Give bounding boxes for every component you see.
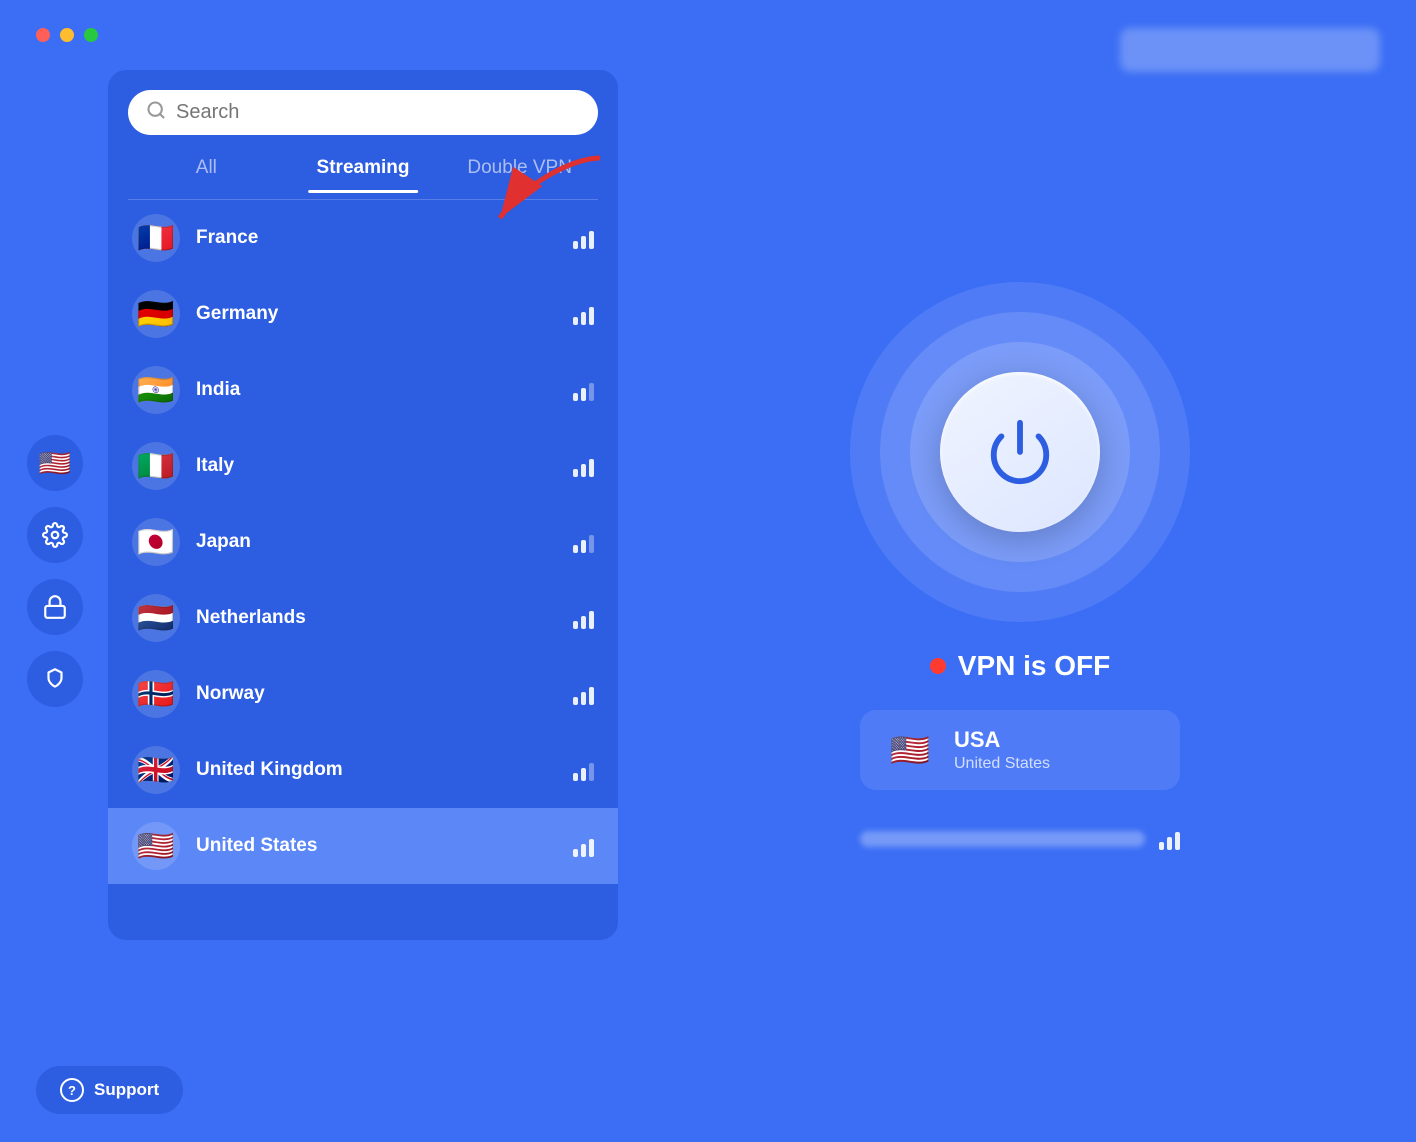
- vpn-status: VPN is OFF: [930, 650, 1110, 682]
- country-list: 🇫🇷 France 🇩🇪 Germany 🇮🇳 India 🇮🇹 Italy 🇯…: [108, 200, 618, 940]
- signal-bar: [589, 611, 594, 629]
- signal-bar: [581, 388, 586, 401]
- signal-bar: [573, 697, 578, 705]
- country-item-japan[interactable]: 🇯🇵 Japan: [108, 504, 618, 580]
- signal-bar: [573, 545, 578, 553]
- bottom-signal-bars: [1159, 828, 1180, 850]
- signal-bar-1: [1159, 842, 1164, 850]
- signal-bar: [589, 839, 594, 857]
- country-name: United States: [196, 835, 557, 857]
- signal-bar: [589, 307, 594, 325]
- sidebar-item-location[interactable]: 🇺🇸: [27, 435, 83, 491]
- country-item-united_states[interactable]: 🇺🇸 United States: [108, 808, 618, 884]
- power-button[interactable]: [940, 372, 1100, 532]
- support-label: Support: [94, 1080, 159, 1100]
- support-button[interactable]: ? Support: [36, 1066, 183, 1114]
- country-name: Norway: [196, 683, 557, 705]
- selected-country-full-name: United States: [954, 755, 1050, 773]
- tab-bar: All Streaming Double VPN: [108, 147, 618, 193]
- tab-all[interactable]: All: [128, 147, 285, 193]
- power-button-area: [850, 282, 1190, 622]
- signal-bar: [573, 773, 578, 781]
- signal-bar: [589, 763, 594, 781]
- country-flag: 🇳🇱: [132, 594, 180, 642]
- country-name: Japan: [196, 531, 557, 553]
- vpn-panel: VPN is OFF 🇺🇸 USA United States: [660, 70, 1380, 1072]
- selected-country-code: USA: [954, 727, 1050, 753]
- sidebar-item-security[interactable]: [27, 579, 83, 635]
- search-bar[interactable]: [128, 90, 598, 135]
- sidebar: 🇺🇸: [0, 0, 110, 1142]
- signal-bar: [589, 535, 594, 553]
- country-flag: 🇮🇹: [132, 442, 180, 490]
- tab-double-vpn[interactable]: Double VPN: [441, 147, 598, 193]
- signal-bar: [581, 236, 586, 249]
- signal-bar: [581, 312, 586, 325]
- top-right-bar: [1120, 28, 1380, 72]
- country-flag: 🇬🇧: [132, 746, 180, 794]
- signal-bar-3: [1175, 832, 1180, 850]
- country-item-netherlands[interactable]: 🇳🇱 Netherlands: [108, 580, 618, 656]
- signal-bar: [589, 459, 594, 477]
- country-name: Netherlands: [196, 607, 557, 629]
- signal-bar: [581, 616, 586, 629]
- tab-streaming[interactable]: Streaming: [285, 147, 442, 193]
- signal-bar: [581, 540, 586, 553]
- signal-bar: [573, 241, 578, 249]
- sidebar-item-settings[interactable]: [27, 507, 83, 563]
- power-icon: [985, 417, 1055, 487]
- country-flag: 🇺🇸: [132, 822, 180, 870]
- country-item-germany[interactable]: 🇩🇪 Germany: [108, 276, 618, 352]
- server-panel: All Streaming Double VPN 🇫🇷 France 🇩🇪 Ge…: [108, 70, 618, 940]
- signal-bar: [573, 849, 578, 857]
- country-item-norway[interactable]: 🇳🇴 Norway: [108, 656, 618, 732]
- signal-bar: [589, 231, 594, 249]
- country-item-united_kingdom[interactable]: 🇬🇧 United Kingdom: [108, 732, 618, 808]
- maximize-button[interactable]: [84, 28, 98, 42]
- country-item-italy[interactable]: 🇮🇹 Italy: [108, 428, 618, 504]
- signal-bar-2: [1167, 837, 1172, 850]
- country-name: India: [196, 379, 557, 401]
- signal-bar: [573, 317, 578, 325]
- selected-country-info: USA United States: [954, 727, 1050, 773]
- minimize-button[interactable]: [60, 28, 74, 42]
- country-name: Germany: [196, 303, 557, 325]
- status-dot: [930, 658, 946, 674]
- country-item-france[interactable]: 🇫🇷 France: [108, 200, 618, 276]
- selected-country-flag: 🇺🇸: [884, 724, 936, 776]
- signal-bar: [573, 621, 578, 629]
- country-item-india[interactable]: 🇮🇳 India: [108, 352, 618, 428]
- signal-bar: [573, 469, 578, 477]
- country-name: United Kingdom: [196, 759, 557, 781]
- search-icon: [146, 100, 166, 125]
- close-button[interactable]: [36, 28, 50, 42]
- signal-bar: [581, 692, 586, 705]
- country-flag: 🇫🇷: [132, 214, 180, 262]
- selected-country[interactable]: 🇺🇸 USA United States: [860, 710, 1180, 790]
- vpn-status-text: VPN is OFF: [958, 650, 1110, 682]
- signal-bar: [589, 383, 594, 401]
- signal-bar: [581, 464, 586, 477]
- bottom-blurred-info: [860, 831, 1145, 847]
- country-flag: 🇩🇪: [132, 290, 180, 338]
- country-name: France: [196, 227, 557, 249]
- support-icon: ?: [60, 1078, 84, 1102]
- country-flag: 🇯🇵: [132, 518, 180, 566]
- country-flag: 🇮🇳: [132, 366, 180, 414]
- signal-bar: [581, 844, 586, 857]
- window-controls: [36, 28, 98, 42]
- signal-bar: [589, 687, 594, 705]
- bottom-bar: [860, 818, 1180, 860]
- signal-bar: [573, 393, 578, 401]
- signal-bar: [581, 768, 586, 781]
- country-flag: 🇳🇴: [132, 670, 180, 718]
- search-input[interactable]: [176, 101, 580, 124]
- sidebar-item-adblock[interactable]: [27, 651, 83, 707]
- country-name: Italy: [196, 455, 557, 477]
